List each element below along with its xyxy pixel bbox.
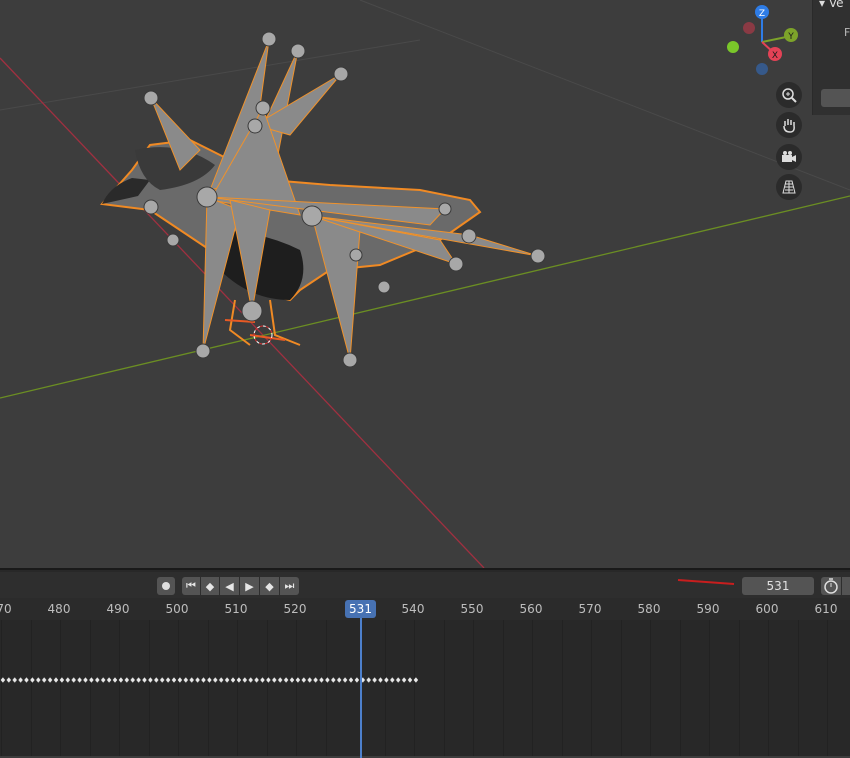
jump-end-button[interactable]: ⏭	[280, 577, 299, 595]
current-frame-indicator[interactable]: 531	[345, 600, 376, 618]
current-frame-field[interactable]: 531	[742, 577, 814, 595]
keyframe-row[interactable]	[0, 676, 418, 684]
gizmo-x-label[interactable]: X	[772, 51, 778, 61]
jump-start-button[interactable]: ⏮	[182, 577, 200, 595]
auto-keying-button[interactable]	[157, 577, 175, 595]
zoom-icon	[782, 88, 797, 103]
ruler-tick: 490	[106, 602, 130, 616]
ruler-tick: 70	[0, 602, 12, 616]
frame-range-field[interactable]	[842, 577, 850, 595]
stopwatch-icon	[824, 578, 838, 594]
3d-viewport[interactable]: Z Y X ▾ Ve F	[0, 0, 850, 568]
playback-options-button[interactable]	[821, 577, 841, 595]
play-reverse-icon: ◀	[225, 579, 234, 593]
frame-ruler[interactable]: 70 480 490 500 510 520 540 550 560 570 5…	[0, 598, 850, 620]
ruler-tick: 570	[578, 602, 602, 616]
annotation-mark	[677, 579, 735, 585]
play-icon: ▶	[245, 579, 254, 593]
ruler-tick: 580	[637, 602, 661, 616]
prev-keyframe-button[interactable]: ◆	[201, 577, 219, 595]
play-button[interactable]: ▶	[240, 577, 259, 595]
ortho-toggle-button[interactable]	[776, 174, 802, 200]
prev-keyframe-icon: ◆	[205, 579, 215, 593]
scene-canvas[interactable]	[0, 0, 850, 568]
ruler-tick: 600	[755, 602, 779, 616]
ruler-tick: 550	[460, 602, 484, 616]
next-keyframe-button[interactable]: ◆	[260, 577, 279, 595]
ruler-tick: 510	[224, 602, 248, 616]
next-keyframe-icon: ◆	[265, 579, 274, 593]
pan-button[interactable]	[776, 112, 802, 138]
sidebar-panel[interactable]: ▾ Ve F	[812, 0, 850, 115]
ruler-tick: 540	[401, 602, 425, 616]
hand-pan-icon	[783, 119, 795, 133]
gizmo-y-label[interactable]: Y	[787, 32, 794, 42]
ruler-tick: 520	[283, 602, 307, 616]
navigation-gizmo[interactable]: Z Y X	[722, 2, 802, 82]
zoom-button[interactable]	[776, 82, 802, 108]
playhead-line[interactable]	[360, 618, 362, 758]
ruler-tick: 480	[47, 602, 71, 616]
ruler-tick: 590	[696, 602, 720, 616]
grid-icon	[782, 180, 796, 194]
ruler-tick: 560	[519, 602, 543, 616]
ruler-tick: 500	[165, 602, 189, 616]
timeline-editor[interactable]: ⏮ ◆ ◀ ▶ ◆ ⏭ 531 70 480 490 500 510 520 5…	[0, 568, 850, 758]
camera-icon	[782, 151, 796, 162]
jump-start-icon: ⏮	[186, 579, 196, 592]
play-reverse-button[interactable]: ◀	[220, 577, 239, 595]
timeline-header: ⏮ ◆ ◀ ▶ ◆ ⏭ 531	[0, 572, 850, 598]
camera-view-button[interactable]	[776, 144, 802, 170]
sidebar-input-field[interactable]	[821, 89, 850, 107]
jump-end-icon: ⏭	[284, 579, 295, 592]
sidebar-field-label: F	[844, 26, 850, 39]
ruler-tick: 610	[814, 602, 838, 616]
record-icon	[162, 582, 170, 590]
keyframe-area[interactable]	[0, 620, 850, 756]
gizmo-z-label[interactable]: Z	[759, 9, 765, 19]
sidebar-header[interactable]: ▾ Ve	[819, 0, 844, 10]
